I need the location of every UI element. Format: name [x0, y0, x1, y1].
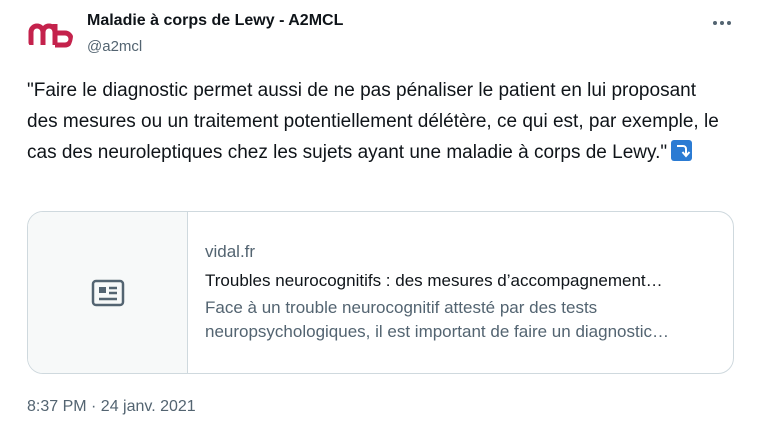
card-thumbnail — [28, 212, 188, 373]
avatar[interactable] — [27, 12, 73, 58]
card-description-line: Face à un trouble neurocognitif attesté … — [205, 298, 598, 317]
right-arrow-curving-down-icon — [671, 140, 693, 161]
tweet-timestamp[interactable]: 8:37 PM · 24 janv. 2021 — [27, 396, 196, 418]
more-options-button[interactable] — [711, 12, 733, 34]
author-name[interactable]: Maladie à corps de Lewy - A2MCL — [87, 10, 343, 32]
card-title: Troubles neurocognitifs : des mesures d’… — [205, 271, 663, 290]
author-info: Maladie à corps de Lewy - A2MCL @a2mcl — [87, 10, 343, 57]
author-handle[interactable]: @a2mcl — [87, 37, 343, 57]
link-preview-card[interactable]: vidal.fr Troubles neurocognitifs : des m… — [27, 211, 734, 374]
more-dots-icon — [713, 21, 731, 25]
card-body: vidal.fr Troubles neurocognitifs : des m… — [205, 240, 720, 344]
article-icon — [91, 279, 124, 306]
card-domain: vidal.fr — [205, 242, 256, 261]
tweet-body: "Faire le diagnostic permet aussi de ne … — [27, 80, 719, 163]
card-description-line: neuropsychologiques, il est important de… — [205, 322, 669, 341]
a2mcl-logo — [28, 23, 73, 48]
tweet-text: "Faire le diagnostic permet aussi de ne … — [27, 75, 727, 168]
card-description: Face à un trouble neurocognitif attesté … — [205, 296, 720, 344]
